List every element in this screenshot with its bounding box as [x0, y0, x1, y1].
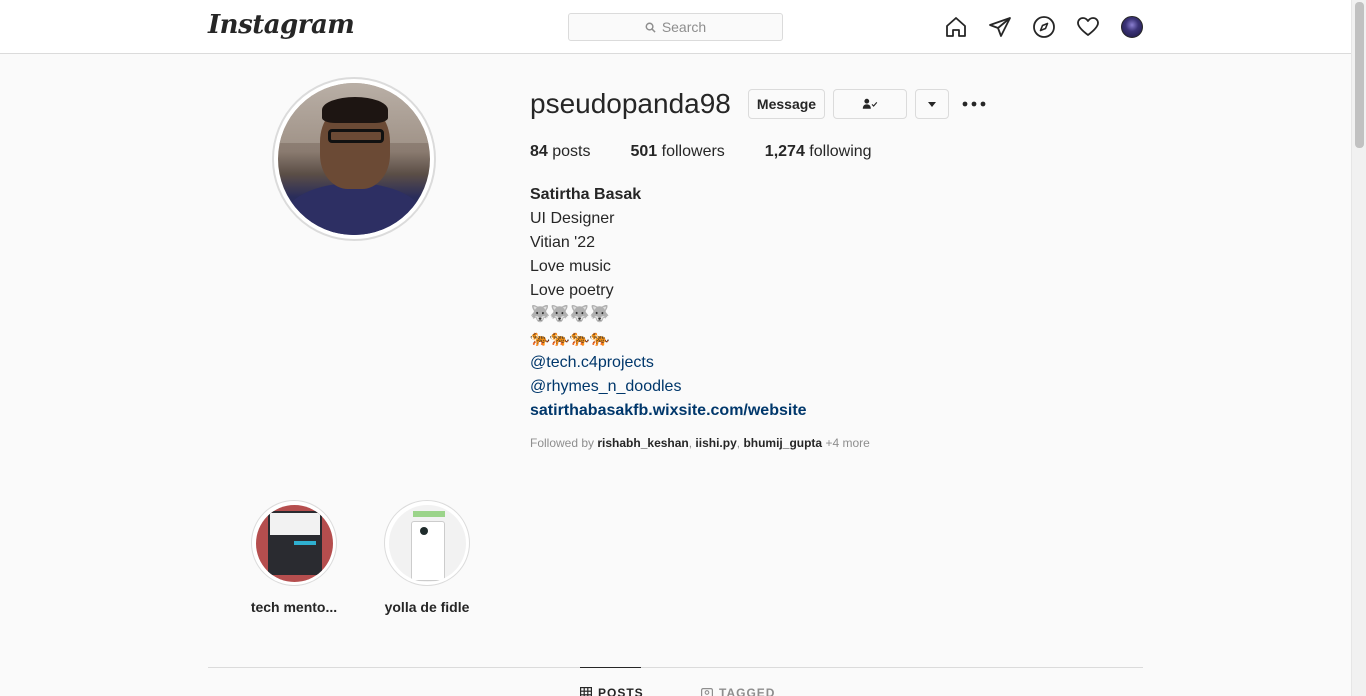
- followers-count: 501: [630, 143, 658, 160]
- caret-down-icon: [928, 102, 936, 107]
- profile-picture[interactable]: [272, 77, 436, 241]
- suggested-accounts-dropdown-button[interactable]: [915, 89, 949, 119]
- highlight-ring: [384, 500, 470, 586]
- search-input[interactable]: Search: [568, 13, 783, 41]
- active-tab-indicator: [580, 667, 641, 668]
- activity-heart-icon[interactable]: [1075, 14, 1101, 40]
- tab-posts[interactable]: POSTS: [580, 686, 644, 696]
- highlight-label: tech mento...: [250, 599, 338, 615]
- followers-stat[interactable]: 501 followers: [631, 143, 725, 161]
- highlight-cover-image: [388, 504, 466, 582]
- highlight-label: yolla de fidle: [384, 599, 470, 615]
- followed-by-prefix: Followed by: [530, 436, 595, 450]
- nav-icons: [943, 14, 1145, 40]
- tab-tagged[interactable]: TAGGED: [701, 686, 775, 696]
- following-label: following: [809, 143, 872, 160]
- search-icon: [645, 22, 656, 33]
- full-name: Satirtha Basak: [530, 186, 642, 203]
- highlight-ring: [251, 500, 337, 586]
- follower-name: iishi.py: [695, 436, 737, 450]
- home-icon[interactable]: [943, 14, 969, 40]
- avatar: [1121, 16, 1143, 38]
- bio-line: UI Designer: [530, 210, 615, 227]
- profile-stats: 84 posts 501 followers 1,274 following: [530, 143, 912, 161]
- followed-by-text[interactable]: Followed by rishabh_keshan, iishi.py, bh…: [530, 436, 870, 450]
- more-options-icon[interactable]: [962, 94, 986, 114]
- person-check-icon: [862, 98, 878, 109]
- grid-icon: [580, 687, 592, 696]
- instagram-logo[interactable]: Instagram: [208, 10, 355, 40]
- followers-label: followers: [661, 143, 725, 160]
- following-count: 1,274: [764, 143, 805, 160]
- story-highlight[interactable]: yolla de fidle: [377, 500, 477, 615]
- posts-stat: 84 posts: [530, 143, 591, 161]
- tagged-user-icon: [701, 688, 713, 696]
- message-button[interactable]: Message: [748, 89, 825, 119]
- profile-bio: Satirtha Basak UI Designer Vitian '22 Lo…: [530, 183, 807, 423]
- story-highlight[interactable]: tech mento...: [244, 500, 344, 615]
- profile-avatar[interactable]: [1119, 14, 1145, 40]
- website-link[interactable]: satirthabasakfb.wixsite.com/website: [530, 399, 807, 423]
- bio-line: Love poetry: [530, 282, 614, 299]
- tabs-divider: [208, 667, 1143, 668]
- following-button[interactable]: [833, 89, 907, 119]
- followed-by-more: +4 more: [825, 436, 870, 450]
- wolf-emoji-row: 🐺🐺🐺🐺: [530, 306, 610, 323]
- posts-label: posts: [552, 143, 591, 160]
- highlight-cover-image: [255, 504, 333, 582]
- follower-name: bhumij_gupta: [743, 436, 823, 450]
- bio-line: Love music: [530, 258, 611, 275]
- profile-username: pseudopanda98: [530, 88, 731, 119]
- tab-tagged-label: TAGGED: [719, 686, 776, 696]
- posts-count: 84: [530, 143, 548, 160]
- following-stat[interactable]: 1,274 following: [765, 143, 872, 161]
- bio-line: Vitian '22: [530, 234, 596, 251]
- top-nav-bar: Instagram Search: [0, 0, 1351, 54]
- direct-message-icon[interactable]: [987, 14, 1013, 40]
- explore-compass-icon[interactable]: [1031, 14, 1057, 40]
- profile-photo-image: [278, 83, 430, 235]
- mention-link[interactable]: @tech.c4projects: [530, 351, 807, 375]
- mention-link[interactable]: @rhymes_n_doodles: [530, 375, 807, 399]
- page-scrollbar[interactable]: [1351, 0, 1366, 696]
- search-placeholder: Search: [661, 19, 707, 35]
- tab-posts-label: POSTS: [598, 686, 644, 696]
- scrollbar-thumb[interactable]: [1355, 2, 1364, 148]
- follower-name: rishabh_keshan: [597, 436, 689, 450]
- tiger-emoji-row: 🐅🐅🐅🐅: [530, 330, 610, 347]
